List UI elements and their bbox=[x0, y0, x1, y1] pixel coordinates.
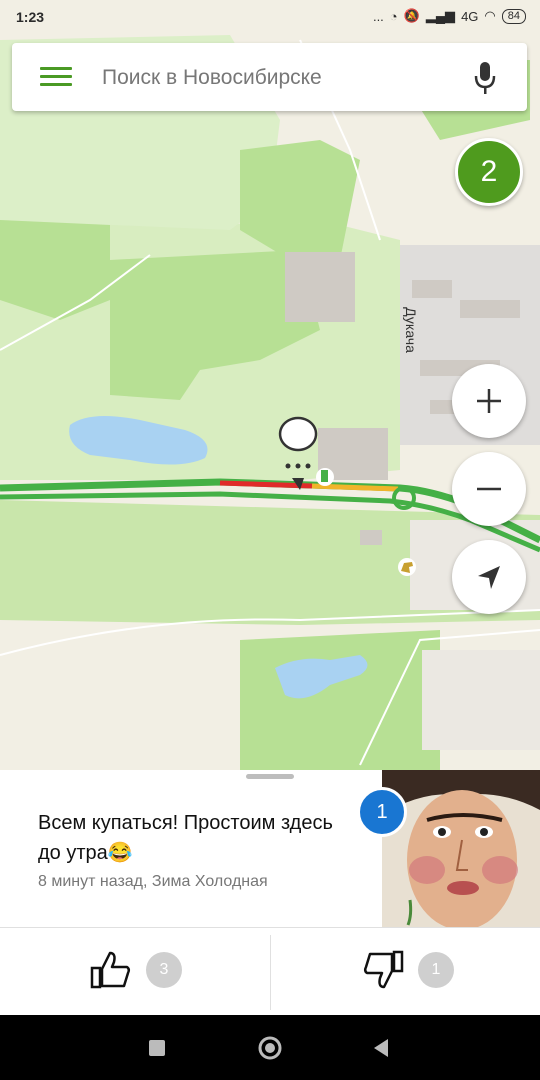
like-button[interactable]: 3 bbox=[90, 945, 182, 995]
my-location-button[interactable] bbox=[452, 540, 526, 614]
hamburger-menu-icon[interactable] bbox=[40, 67, 72, 87]
system-nav-bar bbox=[0, 1015, 540, 1080]
drag-handle[interactable] bbox=[246, 774, 294, 779]
street-label: Дукача bbox=[402, 307, 419, 353]
like-count: 3 bbox=[146, 952, 182, 988]
status-bar: 1:23 ... ◔ 🔕 ▂▄▆ 4G ◠ 84 bbox=[0, 0, 540, 34]
alarm-icon: ◔ bbox=[389, 8, 398, 24]
notification-dots: ... bbox=[372, 8, 384, 24]
status-time: 1:23 bbox=[16, 9, 45, 25]
search-bar bbox=[12, 43, 527, 111]
dislike-button[interactable]: 1 bbox=[362, 945, 454, 995]
photo-count-badge[interactable]: 1 bbox=[357, 787, 407, 837]
post-meta: 8 минут назад, Зима Холодная bbox=[38, 873, 268, 890]
network-type: 4G bbox=[461, 8, 479, 24]
horse-icon[interactable] bbox=[398, 558, 416, 576]
divider bbox=[0, 927, 540, 928]
mute-icon: 🔕 bbox=[403, 8, 420, 23]
map-cluster-badge[interactable]: 2 bbox=[455, 138, 523, 206]
zoom-out-button[interactable] bbox=[452, 452, 526, 526]
battery-level: 84 bbox=[501, 8, 526, 24]
zoom-in-button[interactable] bbox=[452, 364, 526, 438]
divider bbox=[270, 935, 271, 1010]
microphone-icon[interactable] bbox=[473, 61, 497, 95]
portrait-drawing bbox=[382, 770, 540, 927]
plus-icon bbox=[477, 389, 501, 413]
search-input[interactable] bbox=[100, 59, 454, 97]
post-text: Всем купаться! Простоим здесь до утра😂 bbox=[38, 812, 333, 864]
thumbs-down-icon bbox=[363, 950, 404, 989]
fuel-station-icon[interactable] bbox=[316, 468, 334, 486]
signal-icon: ▂▄▆ bbox=[425, 8, 456, 23]
status-indicators: ... ◔ 🔕 ▂▄▆ 4G ◠ 84 bbox=[373, 8, 526, 24]
home-icon[interactable] bbox=[257, 1035, 283, 1061]
post-photo[interactable] bbox=[382, 770, 540, 927]
navigation-arrow-icon bbox=[478, 566, 500, 589]
recents-icon[interactable] bbox=[148, 1039, 166, 1057]
dislike-count: 1 bbox=[418, 952, 454, 988]
post-card[interactable]: Всем купаться! Простоим здесь до утра😂 8… bbox=[0, 770, 540, 1015]
thumbs-up-icon bbox=[90, 951, 131, 989]
wifi-icon: ◠ bbox=[484, 8, 496, 23]
back-icon[interactable] bbox=[372, 1038, 390, 1058]
minus-icon bbox=[477, 487, 501, 491]
